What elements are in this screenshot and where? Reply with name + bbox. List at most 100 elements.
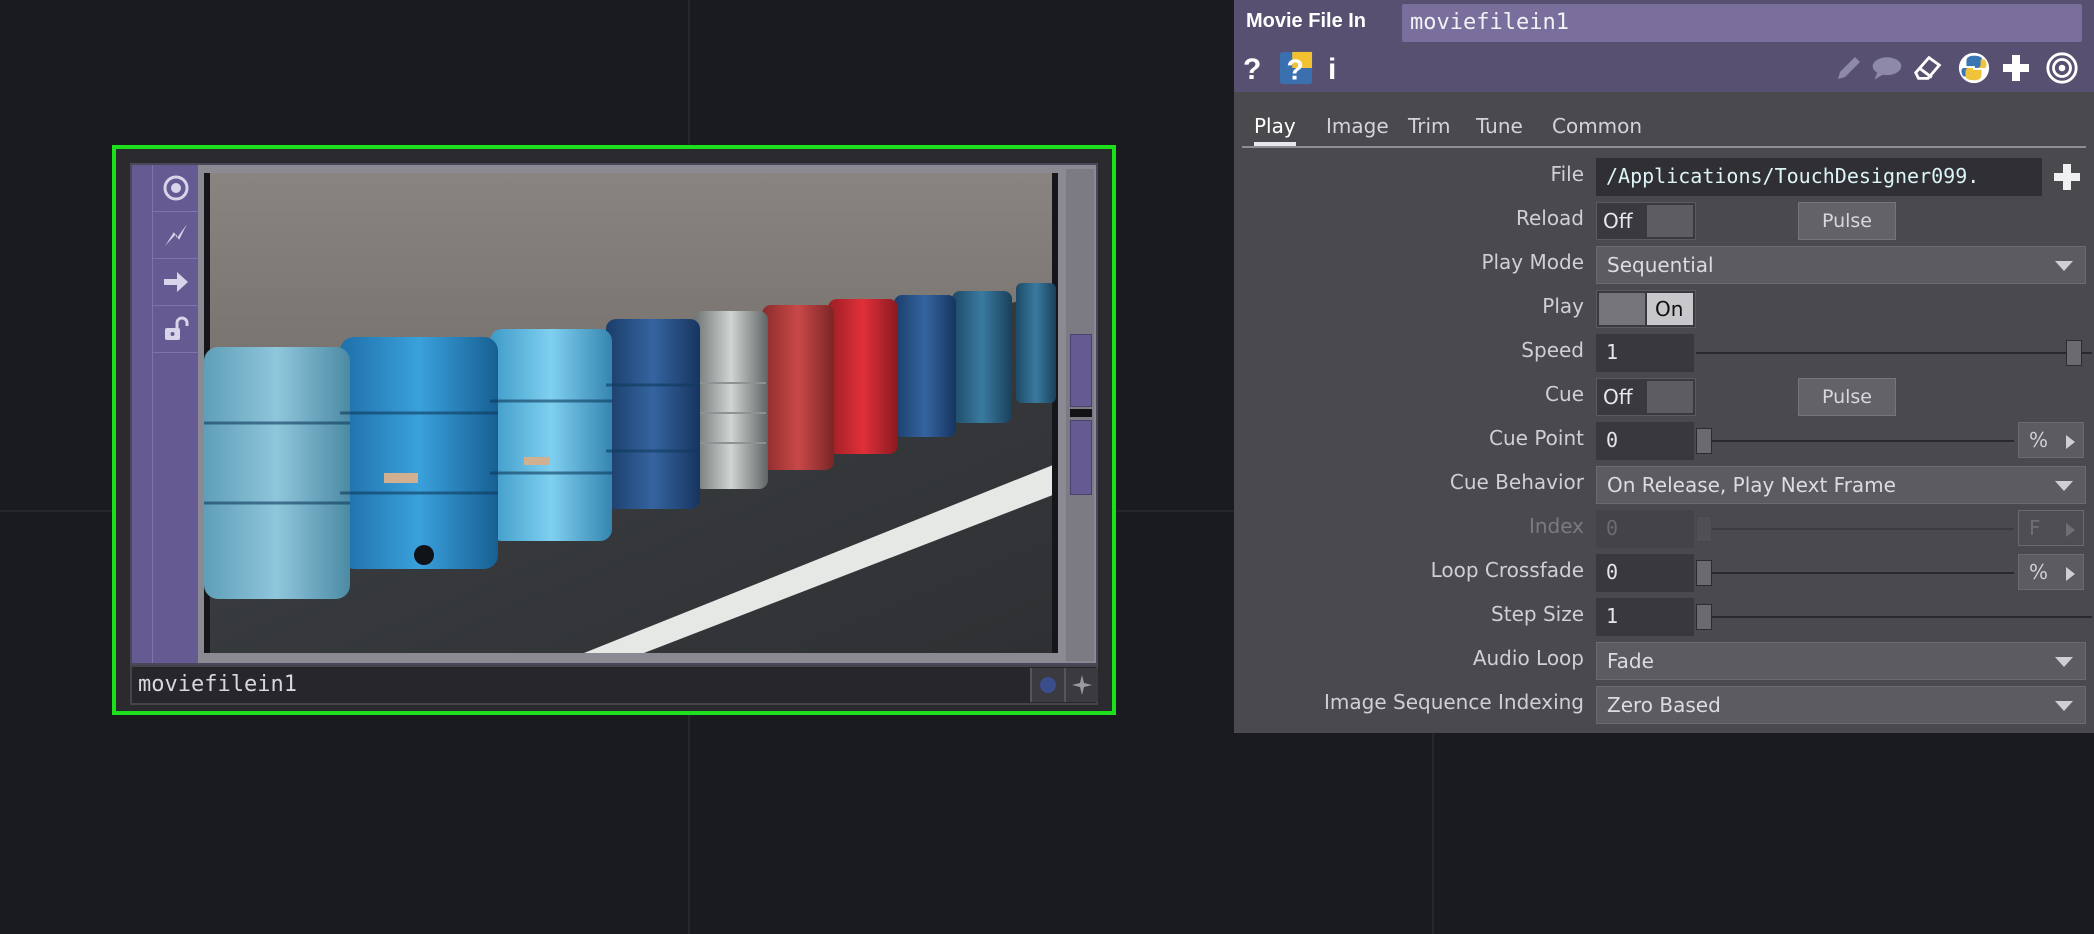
loop-crossfade-slider-track[interactable] [1696,572,2014,574]
param-row-reload: Reload Off Pulse [1234,200,2094,240]
comment-icon[interactable] [1868,50,1906,86]
operator-name-field[interactable]: moviefilein1 [1402,4,2082,42]
chevron-right-icon [2066,435,2075,449]
display-flag-icon[interactable] [1064,668,1098,702]
cue-point-field[interactable]: 0 [1596,422,1694,460]
param-row-cue: Cue Off Pulse [1234,376,2094,416]
step-size-slider-handle[interactable] [1696,604,1712,630]
param-row-loop-crossfade: Loop Crossfade 0 % [1234,552,2094,592]
cue-behavior-value: On Release, Play Next Frame [1607,473,1896,497]
parameter-panel: Movie File In moviefilein1 ? ? i Play Im… [1234,0,2094,733]
add-icon[interactable] [2000,50,2032,86]
python-help-icon[interactable]: ? [1278,50,1314,86]
node-body[interactable] [130,163,1098,665]
index-field: 0 [1596,510,1694,548]
index-slider-track [1696,528,2014,530]
operator-type-label: Movie File In [1246,10,1367,32]
cue-point-unit-button[interactable]: % [2018,422,2084,458]
param-row-play-mode: Play Mode Sequential [1234,244,2094,284]
param-row-cue-point: Cue Point 0 % [1234,420,2094,460]
loop-crossfade-field[interactable]: 0 [1596,554,1694,592]
cue-pulse-button[interactable]: Pulse [1798,378,1896,416]
eraser-icon[interactable] [1910,50,1946,86]
index-slider-handle [1696,516,1712,542]
output-connector[interactable] [1070,420,1092,495]
image-sequence-indexing-dropdown[interactable]: Zero Based [1596,686,2086,724]
param-label-step-size: Step Size [1491,602,1584,626]
param-row-index: Index 0 F [1234,508,2094,548]
panel-header: Movie File In moviefilein1 ? ? i [1234,0,2094,92]
index-unit: F [2029,516,2041,540]
chevron-down-icon [2055,701,2073,711]
param-label-file: File [1550,162,1584,186]
cue-point-unit: % [2029,428,2049,452]
node-name-label[interactable]: moviefilein1 [138,672,297,697]
play-toggle-label: On [1647,293,1693,325]
audio-loop-dropdown[interactable]: Fade [1596,642,2086,680]
chevron-down-icon [2055,261,2073,271]
play-mode-dropdown[interactable]: Sequential [1596,246,2086,284]
lock-open-icon[interactable] [153,306,199,353]
param-row-play: Play On [1234,288,2094,328]
viewer-active-icon[interactable] [153,165,199,212]
node-footer: moviefilein1 [130,665,1098,705]
node-viewer-image [204,173,1058,653]
play-toggle[interactable]: On [1596,290,1696,328]
export-icon[interactable] [153,259,199,306]
image-sequence-indexing-value: Zero Based [1607,693,1721,717]
help-icon[interactable]: ? [1240,50,1266,86]
connector-separator [1070,409,1092,417]
param-label-cue-point: Cue Point [1489,426,1584,450]
loop-crossfade-unit-button[interactable]: % [2018,554,2084,590]
cook-icon[interactable] [153,212,199,259]
loop-crossfade-slider-handle[interactable] [1696,560,1712,586]
cue-toggle-label: Off [1603,385,1633,409]
tab-trim[interactable]: Trim [1408,108,1451,146]
reload-pulse-button[interactable]: Pulse [1798,202,1896,240]
param-row-cue-behavior: Cue Behavior On Release, Play Next Frame [1234,464,2094,504]
file-path-field[interactable]: /Applications/TouchDesigner099. [1596,158,2042,196]
audio-loop-value: Fade [1607,649,1654,673]
python-icon[interactable] [1956,50,1992,86]
target-icon[interactable] [2044,50,2080,86]
movie-file-in-node[interactable]: moviefilein1 [112,145,1116,715]
add-file-icon[interactable] [2048,158,2086,196]
speed-slider-handle[interactable] [2066,340,2082,366]
speed-field[interactable]: 1 [1596,334,1694,372]
cue-point-slider-track[interactable] [1696,440,2014,442]
cue-behavior-dropdown[interactable]: On Release, Play Next Frame [1596,466,2086,504]
chevron-down-icon [2055,481,2073,491]
cue-toggle[interactable]: Off [1596,378,1696,416]
param-row-image-sequence-indexing: Image Sequence Indexing Zero Based [1234,684,2094,724]
tab-tune[interactable]: Tune [1476,108,1523,146]
tab-common[interactable]: Common [1552,108,1642,146]
node-color-strip [132,165,152,663]
node-flag-column [152,165,199,663]
svg-text:i: i [1328,53,1336,85]
info-icon[interactable]: i [1324,50,1344,86]
chevron-right-icon [2066,523,2075,537]
toggle-knob [1647,205,1693,237]
svg-text:?: ? [1243,53,1261,85]
speed-slider-track[interactable] [1696,352,2092,354]
parameter-tabs: Play Image Trim Tune Common [1242,104,2086,148]
node-right-edge [1066,169,1094,661]
step-size-field[interactable]: 1 [1596,598,1694,636]
param-label-play-mode: Play Mode [1481,250,1584,274]
tab-image[interactable]: Image [1326,108,1389,146]
index-unit-button: F [2018,510,2084,546]
play-mode-value: Sequential [1607,253,1714,277]
svg-text:?: ? [1287,54,1304,85]
edit-icon[interactable] [1832,50,1866,86]
step-size-slider-track[interactable] [1696,616,2092,618]
bypass-dot-icon[interactable] [1030,668,1064,702]
param-label-audio-loop: Audio Loop [1472,646,1584,670]
param-label-speed: Speed [1521,338,1584,362]
param-label-play: Play [1542,294,1584,318]
cue-point-slider-handle[interactable] [1696,428,1712,454]
input-connector[interactable] [1070,334,1092,407]
param-row-file: File /Applications/TouchDesigner099. [1234,156,2094,196]
reload-toggle[interactable]: Off [1596,202,1696,240]
loop-crossfade-unit: % [2029,560,2049,584]
tab-play[interactable]: Play [1254,108,1296,146]
